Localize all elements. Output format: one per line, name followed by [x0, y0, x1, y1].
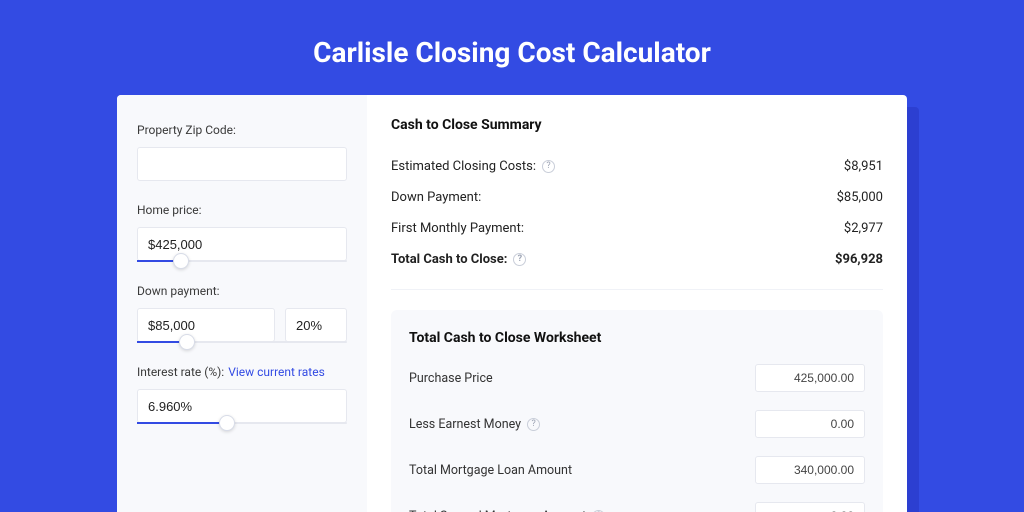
worksheet-box: Total Cash to Close Worksheet Purchase P… [391, 310, 883, 512]
help-icon[interactable]: ? [527, 418, 540, 431]
summary-row-first-monthly: First Monthly Payment: $2,977 [391, 213, 883, 244]
slider-fill [137, 422, 227, 424]
view-rates-link[interactable]: View current rates [228, 365, 325, 379]
down-payment-label: Down payment: [137, 284, 347, 298]
interest-rate-input[interactable] [137, 389, 347, 423]
summary-value: $85,000 [837, 190, 883, 205]
summary-label: Estimated Closing Costs: [391, 159, 536, 174]
down-payment-pct-input[interactable] [285, 308, 347, 342]
worksheet-label: Less Earnest Money [409, 417, 521, 432]
zip-input[interactable] [137, 147, 347, 181]
worksheet-label: Total Mortgage Loan Amount [409, 463, 572, 478]
home-price-label: Home price: [137, 203, 347, 217]
interest-rate-slider[interactable] [137, 422, 347, 424]
slider-thumb[interactable] [219, 415, 235, 431]
help-icon[interactable]: ? [542, 160, 555, 173]
zip-label: Property Zip Code: [137, 123, 347, 137]
results-panel: Cash to Close Summary Estimated Closing … [367, 95, 907, 512]
worksheet-row-earnest-money: Less Earnest Money ? [409, 410, 865, 438]
worksheet-row-purchase-price: Purchase Price [409, 364, 865, 392]
worksheet-input-second-mortgage[interactable] [755, 502, 865, 512]
worksheet-title: Total Cash to Close Worksheet [409, 330, 865, 346]
down-payment-input[interactable] [137, 308, 275, 342]
down-payment-field: Down payment: [137, 284, 347, 343]
help-icon[interactable]: ? [513, 253, 526, 266]
home-price-input[interactable] [137, 227, 347, 261]
summary-label: Down Payment: [391, 190, 481, 205]
worksheet-row-second-mortgage: Total Second Mortgage Amount ? [409, 502, 865, 512]
down-payment-slider[interactable] [137, 341, 347, 343]
summary-row-total: Total Cash to Close: ? $96,928 [391, 244, 883, 275]
summary-label: First Monthly Payment: [391, 221, 524, 236]
worksheet-input-earnest-money[interactable] [755, 410, 865, 438]
zip-field: Property Zip Code: [137, 123, 347, 181]
summary-value: $96,928 [835, 252, 883, 267]
home-price-field: Home price: [137, 203, 347, 262]
home-price-slider[interactable] [137, 260, 347, 262]
worksheet-label: Purchase Price [409, 371, 493, 386]
slider-thumb[interactable] [179, 334, 195, 350]
calculator-card: Property Zip Code: Home price: Down paym… [117, 95, 907, 512]
inputs-panel: Property Zip Code: Home price: Down paym… [117, 95, 367, 512]
worksheet-input-purchase-price[interactable] [755, 364, 865, 392]
summary-title: Cash to Close Summary [391, 117, 883, 133]
worksheet-row-mortgage-loan: Total Mortgage Loan Amount [409, 456, 865, 484]
summary-label: Total Cash to Close: [391, 252, 507, 267]
worksheet-label: Total Second Mortgage Amount [409, 509, 586, 512]
summary-value: $2,977 [844, 221, 883, 236]
interest-rate-label: Interest rate (%): [137, 365, 224, 379]
summary-row-down-payment: Down Payment: $85,000 [391, 182, 883, 213]
page-title: Carlisle Closing Cost Calculator [0, 0, 1024, 95]
slider-thumb[interactable] [173, 253, 189, 269]
summary-box: Cash to Close Summary Estimated Closing … [391, 117, 883, 290]
summary-value: $8,951 [844, 159, 883, 174]
interest-rate-field: Interest rate (%): View current rates [137, 365, 347, 424]
worksheet-input-mortgage-loan[interactable] [755, 456, 865, 484]
summary-row-closing-costs: Estimated Closing Costs: ? $8,951 [391, 151, 883, 182]
